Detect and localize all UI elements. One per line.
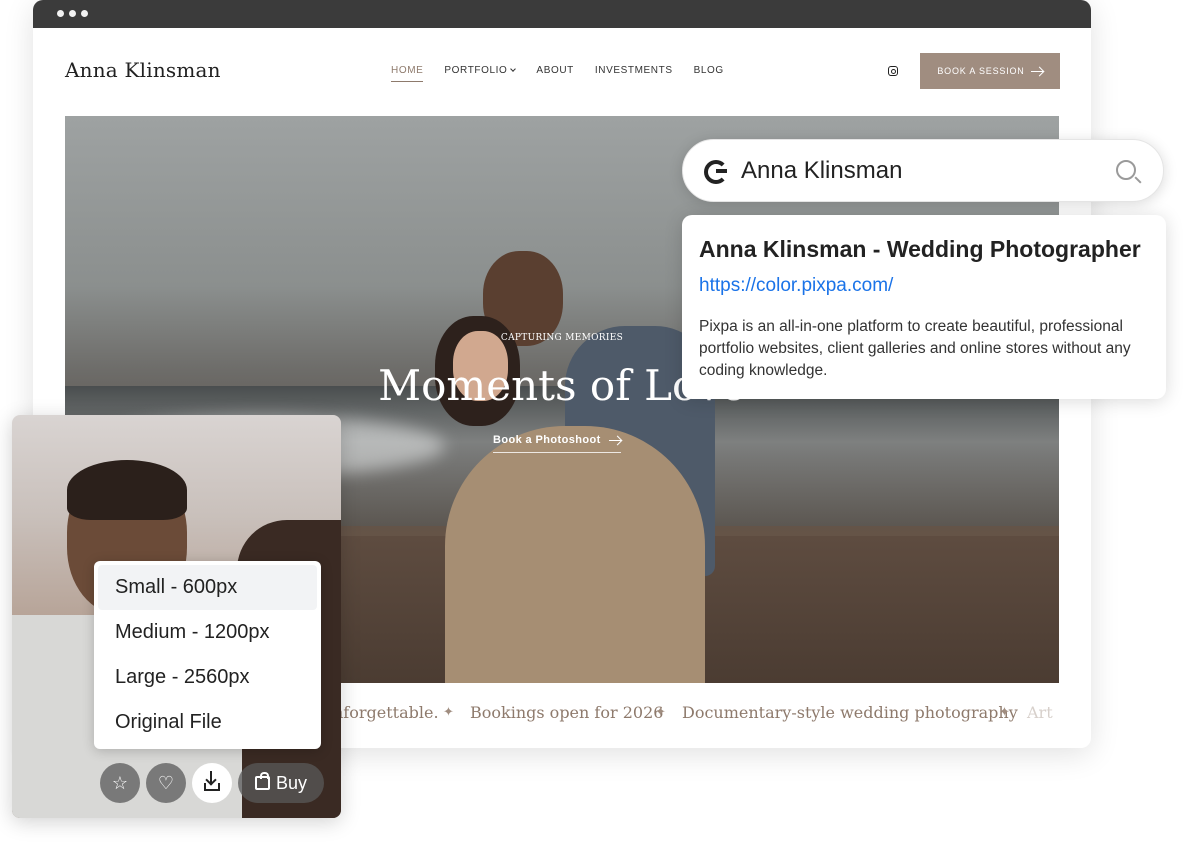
nav-home[interactable]: HOME [391, 65, 424, 82]
google-icon [704, 160, 728, 184]
window-dot [57, 10, 64, 17]
nav-investments[interactable]: INVESTMENTS [595, 65, 673, 82]
search-query: Anna Klinsman [741, 157, 903, 184]
size-option-large[interactable]: Large - 2560px [98, 655, 317, 700]
download-button[interactable] [192, 763, 232, 803]
nav-portfolio-label: PORTFOLIO [444, 65, 508, 76]
download-icon [204, 771, 220, 791]
window-dot [69, 10, 76, 17]
nav-portfolio[interactable]: PORTFOLIO [444, 65, 517, 82]
book-session-label: BOOK A SESSION [937, 66, 1025, 76]
browser-title-bar [33, 0, 1091, 28]
buy-label: Buy [275, 772, 308, 793]
sparkle-icon: ✦ [999, 705, 1010, 720]
size-option-small[interactable]: Small - 600px [98, 565, 317, 610]
hero-woman-figure [445, 426, 705, 683]
sparkle-icon: ✦ [655, 705, 666, 720]
arrow-right-icon [608, 439, 621, 441]
nav-blog[interactable]: BLOG [694, 65, 724, 82]
download-size-menu: Small - 600px Medium - 1200px Large - 25… [94, 561, 321, 749]
buy-button[interactable]: Buy [238, 763, 324, 803]
photo-action-bar: ☆ ♡ Buy [100, 763, 324, 803]
search-icon[interactable] [1116, 160, 1136, 180]
site-logo[interactable]: Anna Klinsman [65, 58, 221, 82]
instagram-icon[interactable] [888, 66, 898, 76]
ticker-item: Documentary-style wedding photography [682, 703, 1018, 722]
result-url[interactable]: https://color.pixpa.com/ [699, 275, 893, 297]
shopping-bag-icon [254, 772, 270, 790]
result-title[interactable]: Anna Klinsman - Wedding Photographer [699, 236, 1141, 263]
star-icon: ☆ [111, 773, 129, 793]
result-description: Pixpa is an all-in-one platform to creat… [699, 318, 1131, 379]
arrow-right-icon [1030, 70, 1043, 72]
window-dot [81, 10, 88, 17]
chevron-down-icon [510, 66, 517, 72]
favorite-star-button[interactable]: ☆ [100, 763, 140, 803]
book-photoshoot-link[interactable]: Book a Photoshoot [493, 434, 621, 453]
sparkle-icon: ✦ [443, 705, 454, 720]
book-session-button[interactable]: BOOK A SESSION [920, 53, 1060, 89]
site-header: Anna Klinsman HOME PORTFOLIO ABOUT INVES… [33, 28, 1091, 114]
size-option-medium[interactable]: Medium - 1200px [98, 610, 317, 655]
heart-icon: ♡ [157, 773, 175, 793]
photo-man-hair [67, 460, 187, 520]
nav-about[interactable]: ABOUT [536, 65, 573, 82]
book-photoshoot-label: Book a Photoshoot [493, 434, 601, 446]
ticker-item: Art [1027, 703, 1053, 722]
ticker-item: nforgettable. [333, 703, 439, 722]
like-button[interactable]: ♡ [146, 763, 186, 803]
search-result-card: Anna Klinsman - Wedding Photographer htt… [682, 215, 1166, 399]
google-search-box[interactable]: Anna Klinsman [682, 139, 1164, 202]
main-nav: HOME PORTFOLIO ABOUT INVESTMENTS BLOG [391, 65, 745, 82]
size-option-original[interactable]: Original File [98, 700, 317, 745]
ticker-item: Bookings open for 2026 [470, 703, 664, 722]
